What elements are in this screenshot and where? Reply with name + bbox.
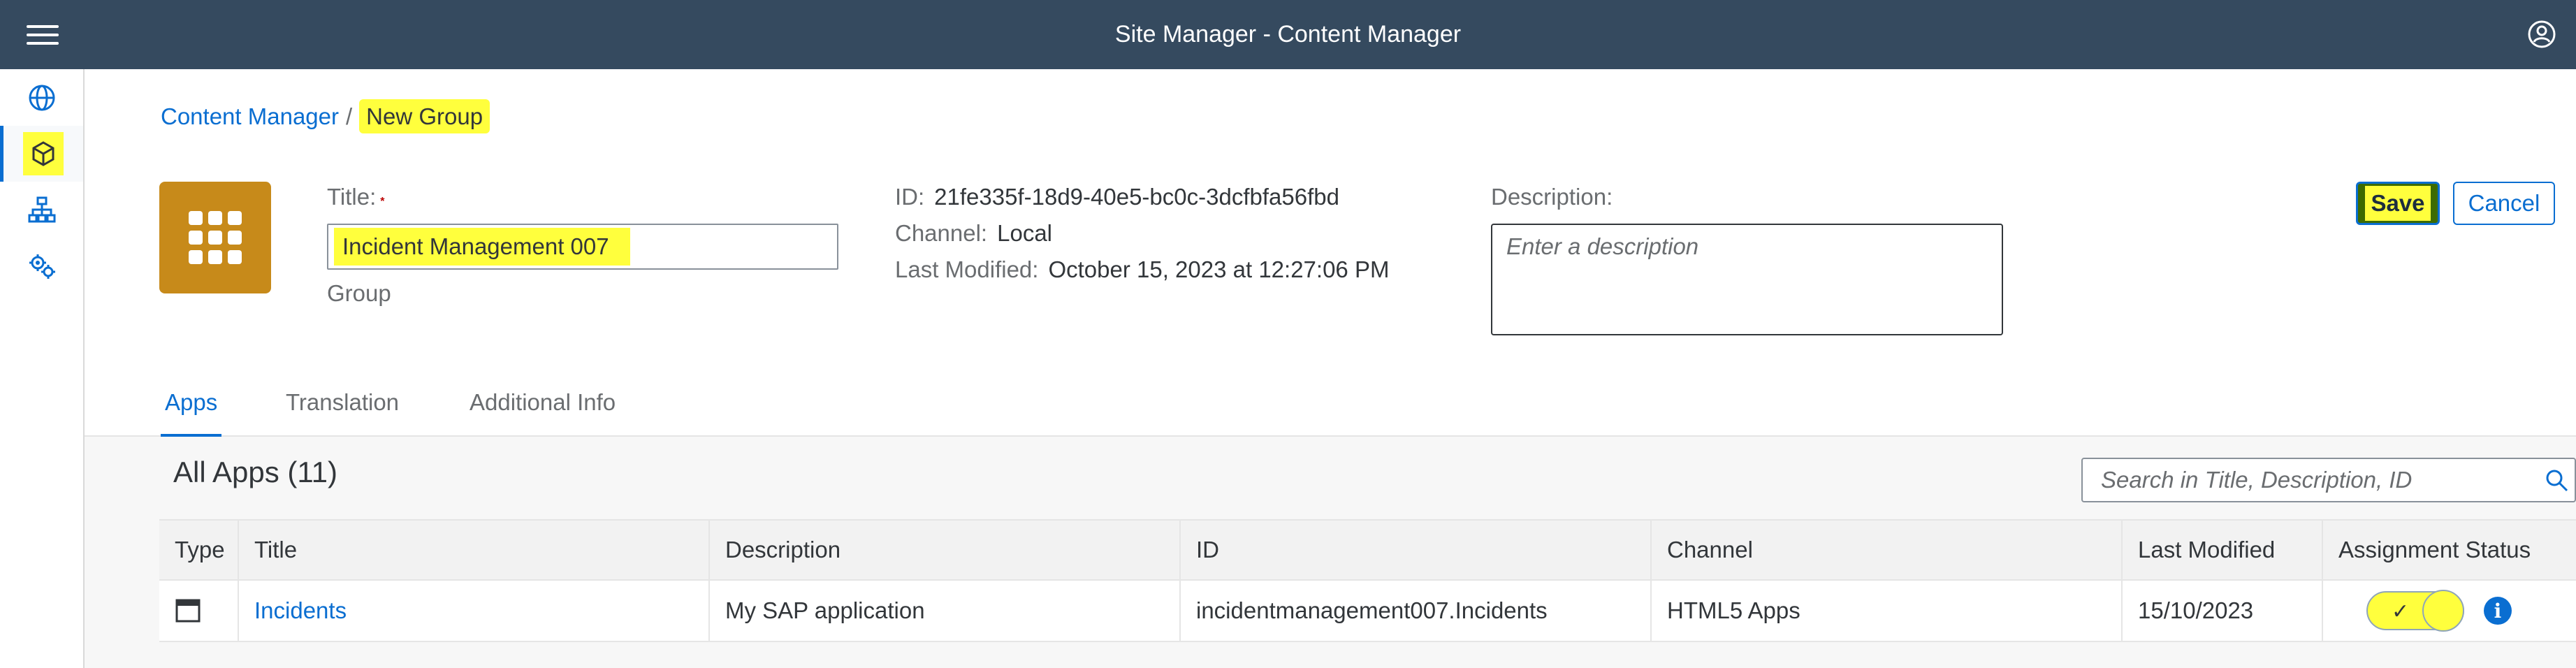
save-button[interactable]: Save bbox=[2356, 182, 2440, 225]
channel-value: Local bbox=[997, 220, 1052, 246]
last-modified-field: Last Modified: October 15, 2023 at 12:27:… bbox=[895, 256, 1389, 283]
last-modified-label: Last Modified: bbox=[895, 256, 1039, 282]
app-last-modified: 15/10/2023 bbox=[2121, 581, 2322, 641]
id-label: ID: bbox=[895, 184, 925, 210]
checkmark-icon: ✓ bbox=[2392, 600, 2410, 623]
title-label: Title: * bbox=[327, 184, 385, 210]
required-mark: * bbox=[380, 196, 385, 208]
apps-section: All Apps (11) Search in Title, Descripti… bbox=[85, 437, 2576, 668]
column-header-channel[interactable]: Channel bbox=[1650, 521, 2121, 579]
id-value: 21fe335f-18d9-40e5-bc0c-3dcfbfa56fbd bbox=[934, 184, 1339, 210]
type-cell bbox=[159, 581, 238, 641]
user-profile-icon[interactable] bbox=[2526, 19, 2557, 50]
column-header-last-modified[interactable]: Last Modified bbox=[2121, 521, 2322, 579]
info-icon[interactable]: i bbox=[2484, 597, 2512, 625]
breadcrumb-link-content-manager[interactable]: Content Manager bbox=[161, 103, 339, 129]
column-header-id[interactable]: ID bbox=[1179, 521, 1650, 579]
column-header-assignment-status[interactable]: Assignment Status bbox=[2322, 521, 2576, 579]
app-id: incidentmanagement007.Incidents bbox=[1179, 581, 1650, 641]
breadcrumb-current: New Group bbox=[359, 99, 490, 133]
shell-title: Site Manager - Content Manager bbox=[1114, 21, 1462, 48]
column-header-description[interactable]: Description bbox=[708, 521, 1179, 579]
shell-bar: Site Manager - Content Manager bbox=[0, 0, 2576, 69]
settings-gears-icon bbox=[29, 254, 55, 279]
table-header-row: Type Title Description ID Channel Last M… bbox=[159, 519, 2576, 581]
menu-icon[interactable] bbox=[27, 19, 59, 51]
apps-table: Type Title Description ID Channel Last M… bbox=[159, 519, 2576, 642]
toggle-knob bbox=[2422, 590, 2464, 632]
cube-icon bbox=[32, 141, 54, 166]
app-channel: HTML5 Apps bbox=[1650, 581, 2121, 641]
main-content: Content Manager / New Group Title: * Incide… bbox=[85, 69, 2576, 668]
nav-item-sites[interactable] bbox=[0, 70, 83, 126]
breadcrumb: Content Manager / New Group bbox=[161, 99, 490, 133]
group-tile-icon bbox=[159, 182, 271, 293]
assignment-status-cell: ✓ i bbox=[2322, 581, 2576, 641]
title-input[interactable]: Incident Management 007 bbox=[327, 224, 838, 270]
column-header-title[interactable]: Title bbox=[238, 521, 708, 579]
window-icon bbox=[175, 599, 201, 623]
tab-translation[interactable]: Translation bbox=[286, 377, 399, 437]
breadcrumb-separator: / bbox=[346, 103, 353, 129]
search-icon[interactable] bbox=[2544, 467, 2570, 494]
column-header-type[interactable]: Type bbox=[159, 521, 238, 579]
app-title-link[interactable]: Incidents bbox=[238, 581, 708, 641]
cancel-button[interactable]: Cancel bbox=[2453, 182, 2555, 225]
app-description: My SAP application bbox=[708, 581, 1179, 641]
nav-item-hierarchy[interactable] bbox=[0, 182, 83, 238]
title-label-text: Title: bbox=[327, 184, 377, 210]
app-grid-icon bbox=[189, 211, 242, 264]
assignment-toggle[interactable]: ✓ bbox=[2366, 590, 2464, 632]
hierarchy-icon bbox=[28, 196, 55, 223]
tab-bar: Apps Translation Additional Info bbox=[85, 377, 2576, 438]
last-modified-value: October 15, 2023 at 12:27:06 PM bbox=[1048, 256, 1390, 282]
nav-item-content-manager[interactable] bbox=[0, 126, 83, 182]
channel-label: Channel: bbox=[895, 220, 988, 246]
tab-additional-info[interactable]: Additional Info bbox=[470, 377, 616, 437]
id-field: ID: 21fe335f-18d9-40e5-bc0c-3dcfbfa56fbd bbox=[895, 184, 1339, 210]
description-textarea[interactable]: Enter a description bbox=[1491, 224, 2003, 335]
nav-item-settings[interactable] bbox=[0, 238, 83, 293]
search-input[interactable]: Search in Title, Description, ID bbox=[2081, 458, 2576, 502]
side-navigation bbox=[0, 69, 85, 668]
table-row[interactable]: Incidents My SAP application incidentman… bbox=[159, 581, 2576, 642]
tab-apps[interactable]: Apps bbox=[160, 377, 222, 438]
globe-icon bbox=[29, 85, 54, 111]
apps-table-title: All Apps (11) bbox=[173, 456, 337, 488]
description-label: Description: bbox=[1491, 184, 1613, 210]
title-input-value: Incident Management 007 bbox=[334, 228, 630, 266]
search-placeholder: Search in Title, Description, ID bbox=[2101, 467, 2413, 493]
channel-field: Channel: Local bbox=[895, 220, 1052, 247]
group-type-label: Group bbox=[327, 280, 391, 306]
save-button-label: Save bbox=[2365, 186, 2431, 221]
